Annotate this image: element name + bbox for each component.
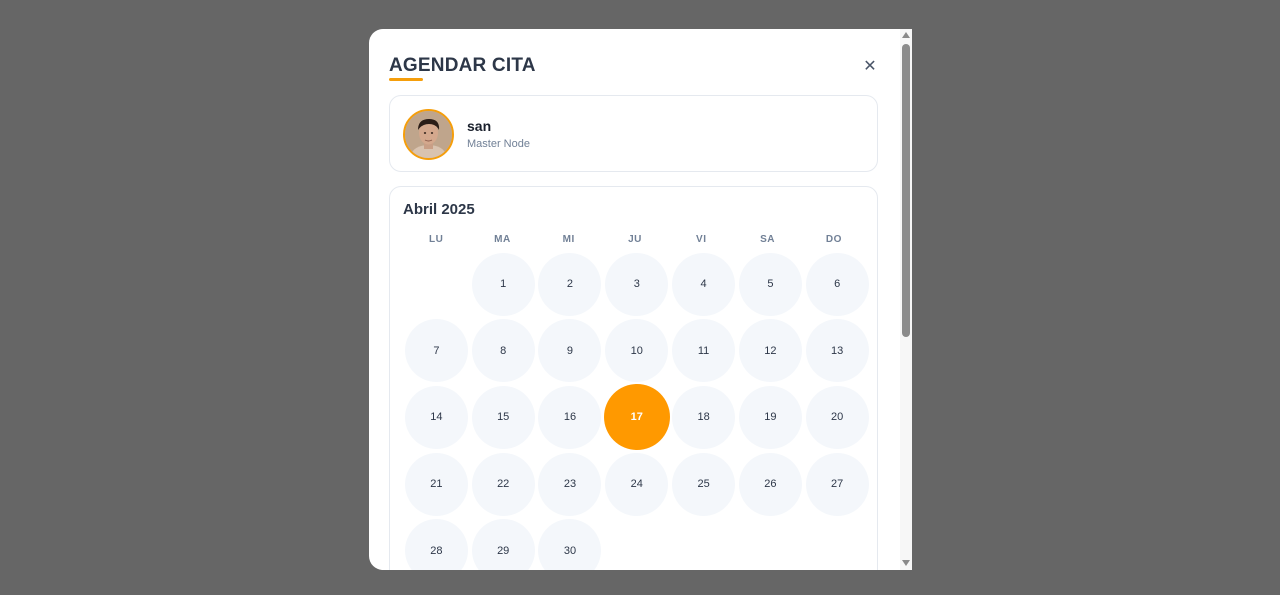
day-button[interactable]: 23 — [538, 452, 602, 516]
day-cell: 1 — [470, 251, 537, 318]
day-button[interactable]: 20 — [805, 385, 869, 449]
day-button[interactable]: 22 — [471, 452, 535, 516]
day-cell: 12 — [737, 318, 804, 385]
modal-content: AGENDAR CITA ✕ san Master Node Abril 202… — [369, 29, 900, 570]
day-button[interactable]: 8 — [471, 319, 535, 383]
day-cell: 8 — [470, 318, 537, 385]
day-button[interactable]: 12 — [738, 319, 802, 383]
weekday-header: LU MA MI JU VI SA DO — [403, 234, 867, 245]
day-cell: 2 — [537, 251, 604, 318]
day-button[interactable]: 4 — [672, 252, 736, 316]
day-cell: 3 — [603, 251, 670, 318]
weekday-label: DO — [825, 234, 842, 245]
day-cell: 25 — [670, 451, 737, 518]
day-button[interactable]: 10 — [605, 319, 669, 383]
weekday-label: VI — [696, 234, 707, 245]
person-avatar-icon — [405, 111, 452, 158]
scroll-up-arrow-icon[interactable] — [902, 32, 910, 38]
day-button[interactable]: 14 — [404, 385, 468, 449]
close-button[interactable]: ✕ — [859, 55, 881, 77]
weekday-label: MA — [494, 234, 511, 245]
scroll-thumb[interactable] — [902, 44, 910, 337]
title-underline — [389, 78, 423, 81]
day-cell: 5 — [737, 251, 804, 318]
avatar — [403, 109, 454, 160]
day-cell: 13 — [804, 318, 871, 385]
day-cell: 15 — [470, 384, 537, 451]
profile-name: san — [467, 118, 492, 134]
day-cell: 24 — [603, 451, 670, 518]
day-button[interactable]: 9 — [538, 319, 602, 383]
day-cell: 4 — [670, 251, 737, 318]
day-button[interactable]: 5 — [738, 252, 802, 316]
day-cell: 18 — [670, 384, 737, 451]
day-cell: 20 — [804, 384, 871, 451]
modal-title: AGENDAR CITA — [389, 55, 536, 76]
day-cell: 6 — [804, 251, 871, 318]
day-cell: 28 — [403, 517, 470, 570]
day-button[interactable]: 30 — [538, 519, 602, 570]
day-button[interactable]: 19 — [738, 385, 802, 449]
day-cell: 16 — [537, 384, 604, 451]
profile-role: Master Node — [467, 138, 530, 150]
day-cell: 30 — [537, 517, 604, 570]
weekday-label: MI — [562, 234, 575, 245]
calendar-card: Abril 2025 LU MA MI JU VI SA DO 1 2 3 4 5 6 7 8 9 10 11 1… — [389, 186, 878, 570]
day-cell: 22 — [470, 451, 537, 518]
day-cell: 10 — [603, 318, 670, 385]
close-icon: ✕ — [863, 58, 877, 75]
day-button[interactable]: 6 — [805, 252, 869, 316]
day-cell: 17 — [603, 384, 670, 451]
empty-day-cell — [403, 251, 470, 318]
day-button[interactable]: 24 — [605, 452, 669, 516]
day-button[interactable]: 21 — [404, 452, 468, 516]
day-cell: 19 — [737, 384, 804, 451]
day-cell: 23 — [537, 451, 604, 518]
day-cell: 7 — [403, 318, 470, 385]
day-button[interactable]: 2 — [538, 252, 602, 316]
day-button[interactable]: 15 — [471, 385, 535, 449]
day-cell: 29 — [470, 517, 537, 570]
day-button[interactable]: 3 — [605, 252, 669, 316]
day-cell: 27 — [804, 451, 871, 518]
day-cell: 21 — [403, 451, 470, 518]
day-button[interactable]: 11 — [672, 319, 736, 383]
day-button[interactable]: 18 — [672, 385, 736, 449]
day-cell: 9 — [537, 318, 604, 385]
day-button[interactable]: 16 — [538, 385, 602, 449]
weekday-label: SA — [760, 234, 776, 245]
day-button[interactable]: 28 — [404, 519, 468, 570]
day-button[interactable]: 7 — [404, 319, 468, 383]
appointment-modal: AGENDAR CITA ✕ san Master Node Abril 202… — [369, 29, 912, 570]
day-cell: 14 — [403, 384, 470, 451]
day-button[interactable]: 13 — [805, 319, 869, 383]
scroll-down-arrow-icon[interactable] — [902, 560, 910, 566]
weekday-label: LU — [428, 234, 444, 245]
day-button[interactable]: 1 — [471, 252, 535, 316]
scrollbar[interactable] — [900, 29, 912, 570]
calendar-month-label: Abril 2025 — [403, 201, 475, 218]
day-button[interactable]: 25 — [672, 452, 736, 516]
day-cell: 11 — [670, 318, 737, 385]
day-button[interactable]: 29 — [471, 519, 535, 570]
day-button[interactable]: 27 — [805, 452, 869, 516]
calendar-days-grid: 1 2 3 4 5 6 7 8 9 10 11 12 13 14 15 16 17 18 19 20 21 22 23 24 2… — [403, 251, 871, 570]
day-button[interactable]: 26 — [738, 452, 802, 516]
day-button-selected[interactable]: 17 — [603, 384, 670, 451]
day-cell: 26 — [737, 451, 804, 518]
profile-card: san Master Node — [389, 95, 878, 172]
weekday-label: JU — [628, 234, 642, 245]
